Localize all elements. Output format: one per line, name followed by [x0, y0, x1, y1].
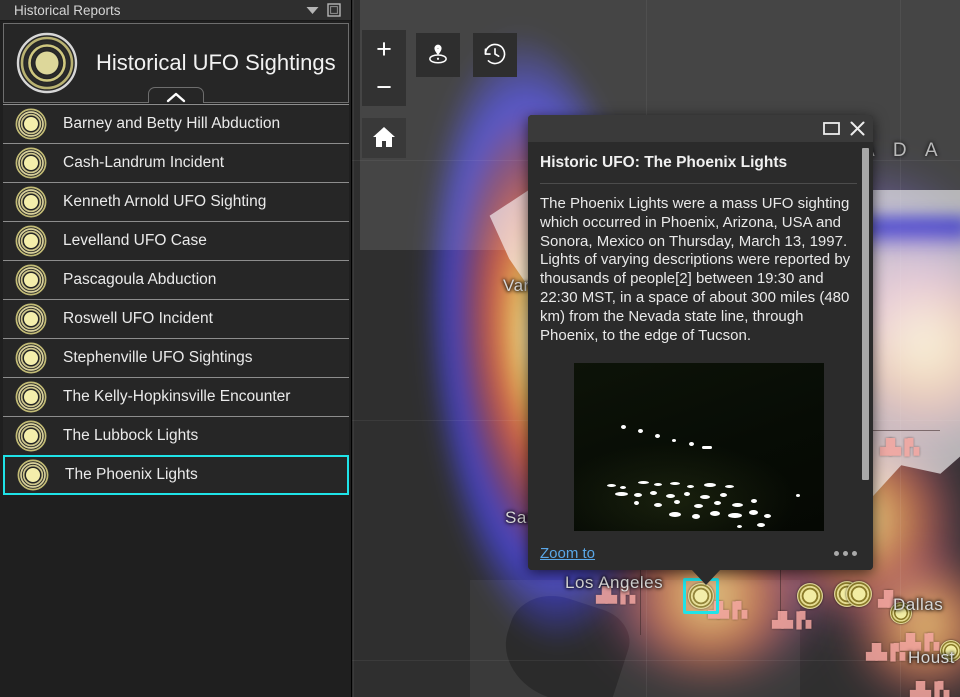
list-item-label: Barney and Betty Hill Abduction	[63, 115, 280, 133]
historical-reports-panel: Historical Reports	[0, 0, 352, 697]
map-label-city: Houst	[908, 648, 955, 668]
feature-popup: Historic UFO: The Phoenix Lights The Pho…	[528, 115, 873, 570]
restore-window-icon[interactable]	[823, 121, 840, 136]
popup-heading: Historic UFO: The Phoenix Lights	[540, 154, 857, 184]
list-item-label: The Phoenix Lights	[65, 466, 198, 484]
concentric-rings-icon	[15, 225, 47, 257]
zoom-to-link[interactable]: Zoom to	[540, 545, 595, 562]
list-item-label: Kenneth Arnold UFO Sighting	[63, 193, 266, 211]
panel-body: Historical UFO Sightings	[3, 23, 349, 693]
list-item-label: Levelland UFO Case	[63, 232, 207, 250]
concentric-rings-icon	[15, 342, 47, 374]
square-icon[interactable]	[323, 1, 345, 19]
list-item[interactable]: Roswell UFO Incident	[3, 299, 349, 338]
list-item-selected[interactable]: The Phoenix Lights	[3, 455, 349, 495]
map-pin-globe-icon	[425, 41, 451, 70]
history-button[interactable]	[473, 33, 517, 77]
app-root: ▟▙▐▚ ▟▙▐▚ ▟▙▐▚ ▟▙▐▚ ▟▙▐▚ ▟▙▐▚ ▟▙ ▟▙▐▚ Va…	[0, 0, 960, 697]
map-label-city: Dallas	[893, 595, 943, 615]
list-item-label: Cash-Landrum Incident	[63, 154, 224, 172]
concentric-rings-icon	[15, 264, 47, 296]
zoom-in-button[interactable]: +	[362, 30, 406, 68]
city-glyph: ▟▙▐▚	[772, 613, 809, 628]
popup-image	[574, 363, 824, 531]
concentric-rings-icon	[15, 420, 47, 452]
concentric-rings-icon	[15, 381, 47, 413]
ufo-marker[interactable]	[846, 581, 872, 607]
popup-scrollbar-thumb[interactable]	[862, 148, 869, 480]
collapse-list-tab[interactable]	[148, 87, 204, 103]
list-item[interactable]: Kenneth Arnold UFO Sighting	[3, 182, 349, 221]
home-button[interactable]	[362, 118, 406, 158]
layer-header-title: Historical UFO Sightings	[96, 50, 336, 76]
map-gridline	[353, 0, 354, 697]
list-item[interactable]: The Kelly-Hopkinsville Encounter	[3, 377, 349, 416]
panel-titlebar: Historical Reports	[0, 0, 351, 21]
panel-title: Historical Reports	[14, 3, 301, 18]
zoom-out-button[interactable]: −	[362, 68, 406, 106]
map-zoom-controls: + −	[362, 30, 406, 106]
city-glyph: ▟▙▐▚	[910, 683, 947, 697]
list-item[interactable]: Barney and Betty Hill Abduction	[3, 104, 349, 143]
concentric-rings-icon	[15, 108, 47, 140]
map-label-city: Los Angeles	[565, 573, 663, 593]
home-icon	[371, 125, 397, 152]
popup-titlebar	[528, 115, 873, 142]
layer-header[interactable]: Historical UFO Sightings	[3, 23, 349, 103]
list-item[interactable]: Levelland UFO Case	[3, 221, 349, 260]
list-item[interactable]: Stephenville UFO Sightings	[3, 338, 349, 377]
concentric-rings-icon	[16, 32, 78, 94]
popup-content: Historic UFO: The Phoenix Lights The Pho…	[528, 142, 873, 536]
popup-pointer-tail	[691, 569, 721, 585]
map-gridline	[900, 0, 901, 697]
feature-list: Barney and Betty Hill Abduction Cash-Lan…	[3, 104, 349, 495]
concentric-rings-icon	[15, 303, 47, 335]
concentric-rings-icon	[15, 147, 47, 179]
popup-footer: Zoom to	[528, 536, 873, 570]
popup-description: The Phoenix Lights were a mass UFO sight…	[540, 195, 857, 346]
list-item-label: Stephenville UFO Sightings	[63, 349, 253, 367]
list-item[interactable]: The Lubbock Lights	[3, 416, 349, 455]
chevron-down-icon[interactable]	[301, 1, 323, 19]
ufo-marker[interactable]	[797, 583, 823, 609]
clock-history-icon	[482, 41, 508, 70]
list-item-label: Pascagoula Abduction	[63, 271, 216, 289]
more-horizontal-icon[interactable]	[834, 551, 857, 556]
map-label-country: A D A	[862, 140, 945, 162]
concentric-rings-icon	[15, 186, 47, 218]
city-glyph: ▟▙▐▚	[880, 440, 917, 455]
list-item-label: The Kelly-Hopkinsville Encounter	[63, 388, 290, 406]
locate-button[interactable]	[416, 33, 460, 77]
list-item-label: Roswell UFO Incident	[63, 310, 213, 328]
list-item-label: The Lubbock Lights	[63, 427, 198, 445]
list-item[interactable]: Pascagoula Abduction	[3, 260, 349, 299]
city-glyph: ▟▙▐▚	[866, 645, 903, 660]
concentric-rings-icon	[17, 459, 49, 491]
popup-scrollbar[interactable]	[862, 148, 869, 530]
close-icon[interactable]	[850, 121, 865, 136]
list-item[interactable]: Cash-Landrum Incident	[3, 143, 349, 182]
